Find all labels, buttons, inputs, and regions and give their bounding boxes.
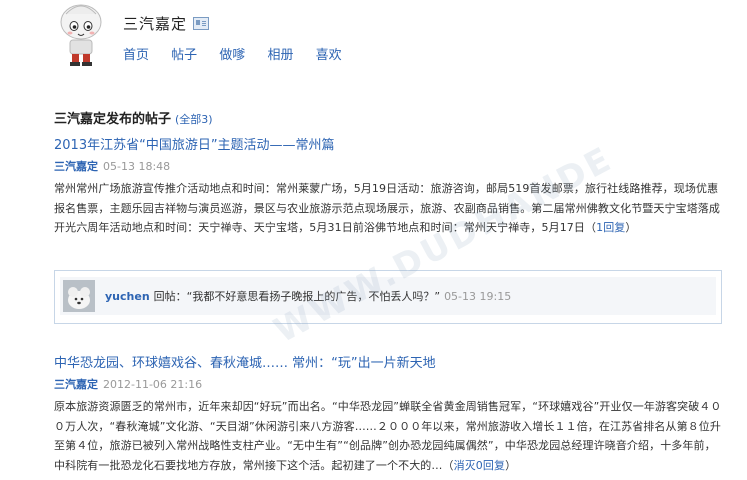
- post-body-text: 原本旅游资源匮乏的常州市，近年来却因“好玩”而出名。“中华恐龙园”蝉联全省黄金周…: [54, 400, 722, 472]
- post-meta: 三汽嘉定 2012-11-06 21:16: [54, 377, 726, 393]
- post-time: 05-13 18:48: [103, 160, 171, 173]
- reply-count-link[interactable]: 1回复: [596, 221, 625, 234]
- avatar[interactable]: [58, 2, 104, 68]
- post-title-link[interactable]: 中华恐龙园、环球嬉戏谷、春秋淹城…… 常州：“玩”出一片新天地: [54, 355, 726, 373]
- post-item: 中华恐龙园、环球嬉戏谷、春秋淹城…… 常州：“玩”出一片新天地 三汽嘉定 2012…: [54, 355, 726, 475]
- reply-content: yuchen 回帖：“我都不好意思看扬子晚报上的广告，不怕丢人吗？” 05-13 1…: [105, 288, 511, 304]
- nav-posts[interactable]: 帖子: [171, 48, 197, 63]
- nav-album[interactable]: 相册: [267, 48, 293, 63]
- reply-item: yuchen 回帖：“我都不好意思看扬子晚报上的广告，不怕丢人吗？” 05-13 1…: [60, 277, 716, 315]
- post-author-link[interactable]: 三汽嘉定: [54, 160, 98, 173]
- nav-likes[interactable]: 喜欢: [316, 48, 342, 63]
- reply-prefix: 回帖：: [153, 290, 187, 303]
- nav-activity[interactable]: 做嗲: [219, 48, 245, 63]
- reply-time: 05-13 19:15: [444, 290, 512, 303]
- post-title-link[interactable]: 2013年江苏省“中国旅游日”主题活动——常州篇: [54, 137, 726, 155]
- post-meta: 三汽嘉定 05-13 18:48: [54, 159, 726, 175]
- profile-name: 三汽嘉定: [123, 13, 210, 34]
- section-title-text: 三汽嘉定发布的帖子: [54, 112, 172, 127]
- post-body: 常州常州广场旅游宣传推介活动地点和时间：常州莱蒙广场，5月19日活动：旅游咨询，…: [54, 182, 720, 234]
- post-body: 原本旅游资源匮乏的常州市，近年来却因“好玩”而出名。“中华恐龙园”蝉联全省黄金周…: [54, 400, 722, 472]
- reply-box: yuchen 回帖：“我都不好意思看扬子晚报上的广告，不怕丢人吗？” 05-13 1…: [54, 270, 722, 324]
- post-item: 2013年江苏省“中国旅游日”主题活动——常州篇 三汽嘉定 05-13 18:48…: [54, 137, 726, 238]
- post-time: 2012-11-06 21:16: [103, 378, 203, 391]
- section-count-link[interactable]: (全部3): [175, 113, 213, 126]
- vcard-icon[interactable]: [193, 17, 210, 30]
- section-title: 三汽嘉定发布的帖子 (全部3): [54, 108, 213, 127]
- profile-nav: 首页 帖子 做嗲 相册 喜欢: [123, 44, 360, 63]
- nav-home[interactable]: 首页: [123, 48, 149, 63]
- reply-count-link[interactable]: 消灭0回复: [454, 459, 506, 472]
- post-author-link[interactable]: 三汽嘉定: [54, 378, 98, 391]
- reply-avatar[interactable]: [63, 280, 95, 312]
- reply-text: “我都不好意思看扬子晚报上的广告，不怕丢人吗？”: [186, 290, 441, 303]
- profile-name-text[interactable]: 三汽嘉定: [123, 15, 187, 33]
- reply-user-link[interactable]: yuchen: [105, 290, 150, 303]
